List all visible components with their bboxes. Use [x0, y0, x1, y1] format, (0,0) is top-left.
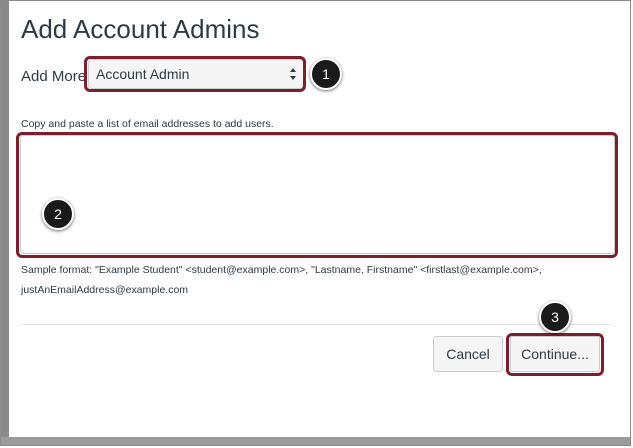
email-list-textarea[interactable]: [20, 135, 615, 254]
role-select-value: Account Admin: [96, 66, 190, 82]
continue-button[interactable]: Continue...: [510, 336, 600, 372]
role-select[interactable]: Account Admin: [88, 59, 304, 89]
add-more-label: Add More: [21, 68, 87, 85]
dialog-title: Add Account Admins: [21, 14, 260, 44]
footer-divider: [20, 324, 612, 325]
help-text: Copy and paste a list of email addresses…: [21, 118, 274, 130]
sample-format-line-2: justAnEmailAddress@example.com: [21, 284, 189, 296]
step-marker-2: 2: [42, 198, 74, 230]
sample-format-line-1: Sample format: "Example Student" <studen…: [21, 264, 542, 276]
step-marker-1: 1: [310, 58, 342, 90]
select-arrows-icon: [290, 68, 296, 80]
cancel-button[interactable]: Cancel: [433, 336, 503, 372]
step-marker-3: 3: [539, 301, 571, 333]
